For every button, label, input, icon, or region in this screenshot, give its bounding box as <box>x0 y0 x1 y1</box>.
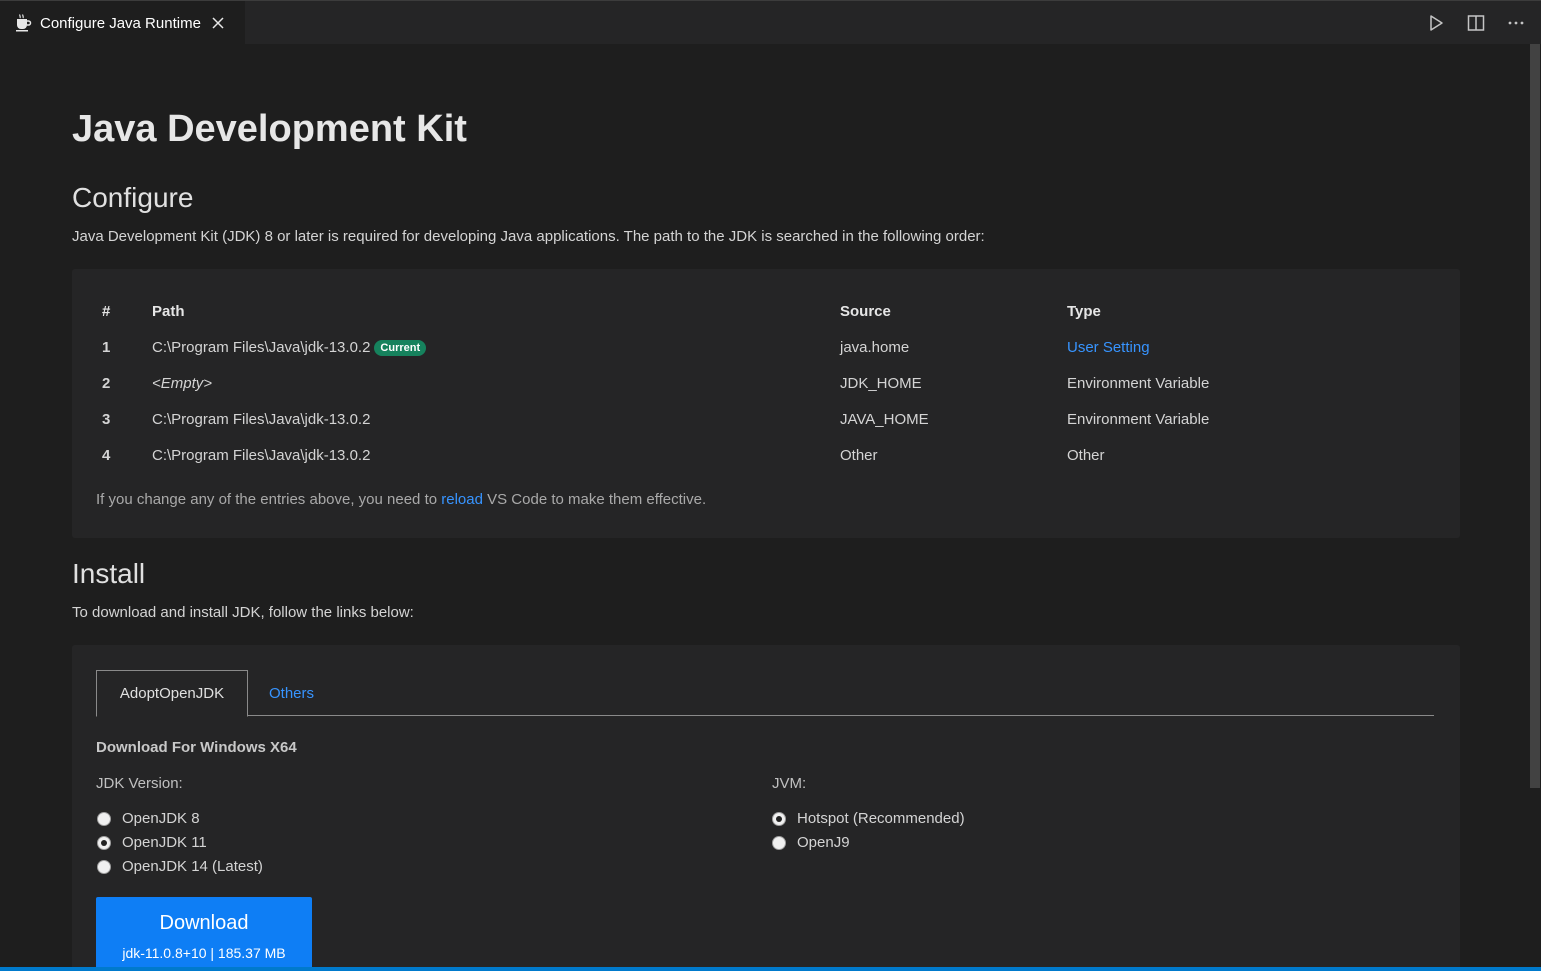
row-type: Environment Variable <box>1067 374 1210 392</box>
radio-hotspot[interactable]: Hotspot (Recommended) <box>772 810 965 827</box>
download-button-detail: jdk-11.0.8+10 | 185.37 MB <box>122 945 286 961</box>
row-path-cell: C:\Program Files\Java\jdk-13.0.2 Current <box>152 329 840 365</box>
column-header-number: # <box>102 302 111 320</box>
tab-title: Configure Java Runtime <box>40 14 201 32</box>
row-type: Environment Variable <box>1067 410 1210 428</box>
editor-tab-bar: Configure Java Runtime <box>0 0 1541 45</box>
column-header-type: Type <box>1067 302 1101 320</box>
radio-button[interactable] <box>772 835 786 850</box>
java-coffee-icon <box>12 12 34 34</box>
note-text-after: VS Code to make them effective. <box>482 491 707 508</box>
status-bar-edge <box>0 967 1541 971</box>
row-number: 4 <box>102 446 111 464</box>
radio-openjdk-11[interactable]: OpenJDK 11 <box>97 834 207 851</box>
row-type-cell: User Setting <box>1067 329 1436 365</box>
radio-button[interactable] <box>97 859 111 874</box>
row-path: C:\Program Files\Java\jdk-13.0.2 <box>152 338 371 356</box>
radio-openj9[interactable]: OpenJ9 <box>772 834 850 851</box>
row-source: JAVA_HOME <box>840 410 929 428</box>
radio-label: OpenJ9 <box>797 834 850 851</box>
row-type: Other <box>1067 446 1105 464</box>
row-source: Other <box>840 446 878 464</box>
radio-button[interactable] <box>97 811 111 826</box>
column-header-source: Source <box>840 302 891 320</box>
tab-adoptopenjdk[interactable]: AdoptOpenJDK <box>96 670 248 717</box>
jdk-paths-table: # Path Source Type 1 C:\Program Files\Ja… <box>96 293 1436 473</box>
table-row: 3 C:\Program Files\Java\jdk-13.0.2 JAVA_… <box>96 401 1436 437</box>
user-setting-link[interactable]: User Setting <box>1067 339 1150 356</box>
configure-heading: Configure <box>72 182 194 213</box>
jvm-label: JVM: <box>772 775 807 792</box>
table-row: 4 C:\Program Files\Java\jdk-13.0.2 Other… <box>96 437 1436 473</box>
run-icon[interactable] <box>1425 12 1447 34</box>
row-path: C:\Program Files\Java\jdk-13.0.2 <box>152 410 371 428</box>
download-button[interactable]: Download jdk-11.0.8+10 | 185.37 MB <box>96 897 312 971</box>
reload-link[interactable]: reload <box>441 491 483 508</box>
row-source: JDK_HOME <box>840 374 922 392</box>
radio-label: OpenJDK 8 <box>122 810 200 827</box>
row-path: <Empty> <box>152 374 213 392</box>
table-header-row: # Path Source Type <box>96 293 1436 329</box>
install-heading: Install <box>72 558 146 589</box>
row-source: java.home <box>840 338 910 356</box>
tab-others[interactable]: Others <box>269 670 314 717</box>
row-number: 2 <box>102 374 111 392</box>
more-actions-icon[interactable] <box>1505 12 1527 34</box>
editor-actions <box>1425 1 1527 45</box>
page-title: Java Development Kit <box>72 108 467 150</box>
row-number: 3 <box>102 410 111 428</box>
split-editor-icon[interactable] <box>1465 12 1487 34</box>
jdk-version-label: JDK Version: <box>96 775 183 792</box>
table-row: 1 C:\Program Files\Java\jdk-13.0.2 Curren… <box>96 329 1436 365</box>
download-button-label: Download <box>159 912 249 934</box>
radio-openjdk-14[interactable]: OpenJDK 14 (Latest) <box>97 858 263 875</box>
radio-label: OpenJDK 14 (Latest) <box>122 858 263 875</box>
radio-openjdk-8[interactable]: OpenJDK 8 <box>97 810 200 827</box>
download-title: Download For Windows X64 <box>96 739 297 756</box>
reload-note: If you change any of the entries above, … <box>96 491 706 508</box>
jdk-paths-panel: # Path Source Type 1 C:\Program Files\Ja… <box>72 269 1460 538</box>
tab-configure-java-runtime[interactable]: Configure Java Runtime <box>0 1 245 45</box>
install-panel: AdoptOpenJDK Others Download For Windows… <box>72 645 1460 971</box>
radio-button-selected[interactable] <box>772 811 786 826</box>
table-row: 2 <Empty> JDK_HOME Environment Variable <box>96 365 1436 401</box>
close-icon[interactable] <box>209 14 227 32</box>
current-badge: Current <box>374 339 427 356</box>
radio-label: Hotspot (Recommended) <box>797 810 965 827</box>
note-text-before: If you change any of the entries above, … <box>96 491 442 508</box>
row-number: 1 <box>102 338 111 356</box>
row-path: C:\Program Files\Java\jdk-13.0.2 <box>152 446 371 464</box>
column-header-path: Path <box>152 302 185 320</box>
configure-description: Java Development Kit (JDK) 8 or later is… <box>72 228 985 245</box>
radio-button-selected[interactable] <box>97 835 111 850</box>
radio-label: OpenJDK 11 <box>122 834 207 851</box>
vertical-scrollbar-thumb[interactable] <box>1530 44 1540 788</box>
install-description: To download and install JDK, follow the … <box>72 604 414 621</box>
